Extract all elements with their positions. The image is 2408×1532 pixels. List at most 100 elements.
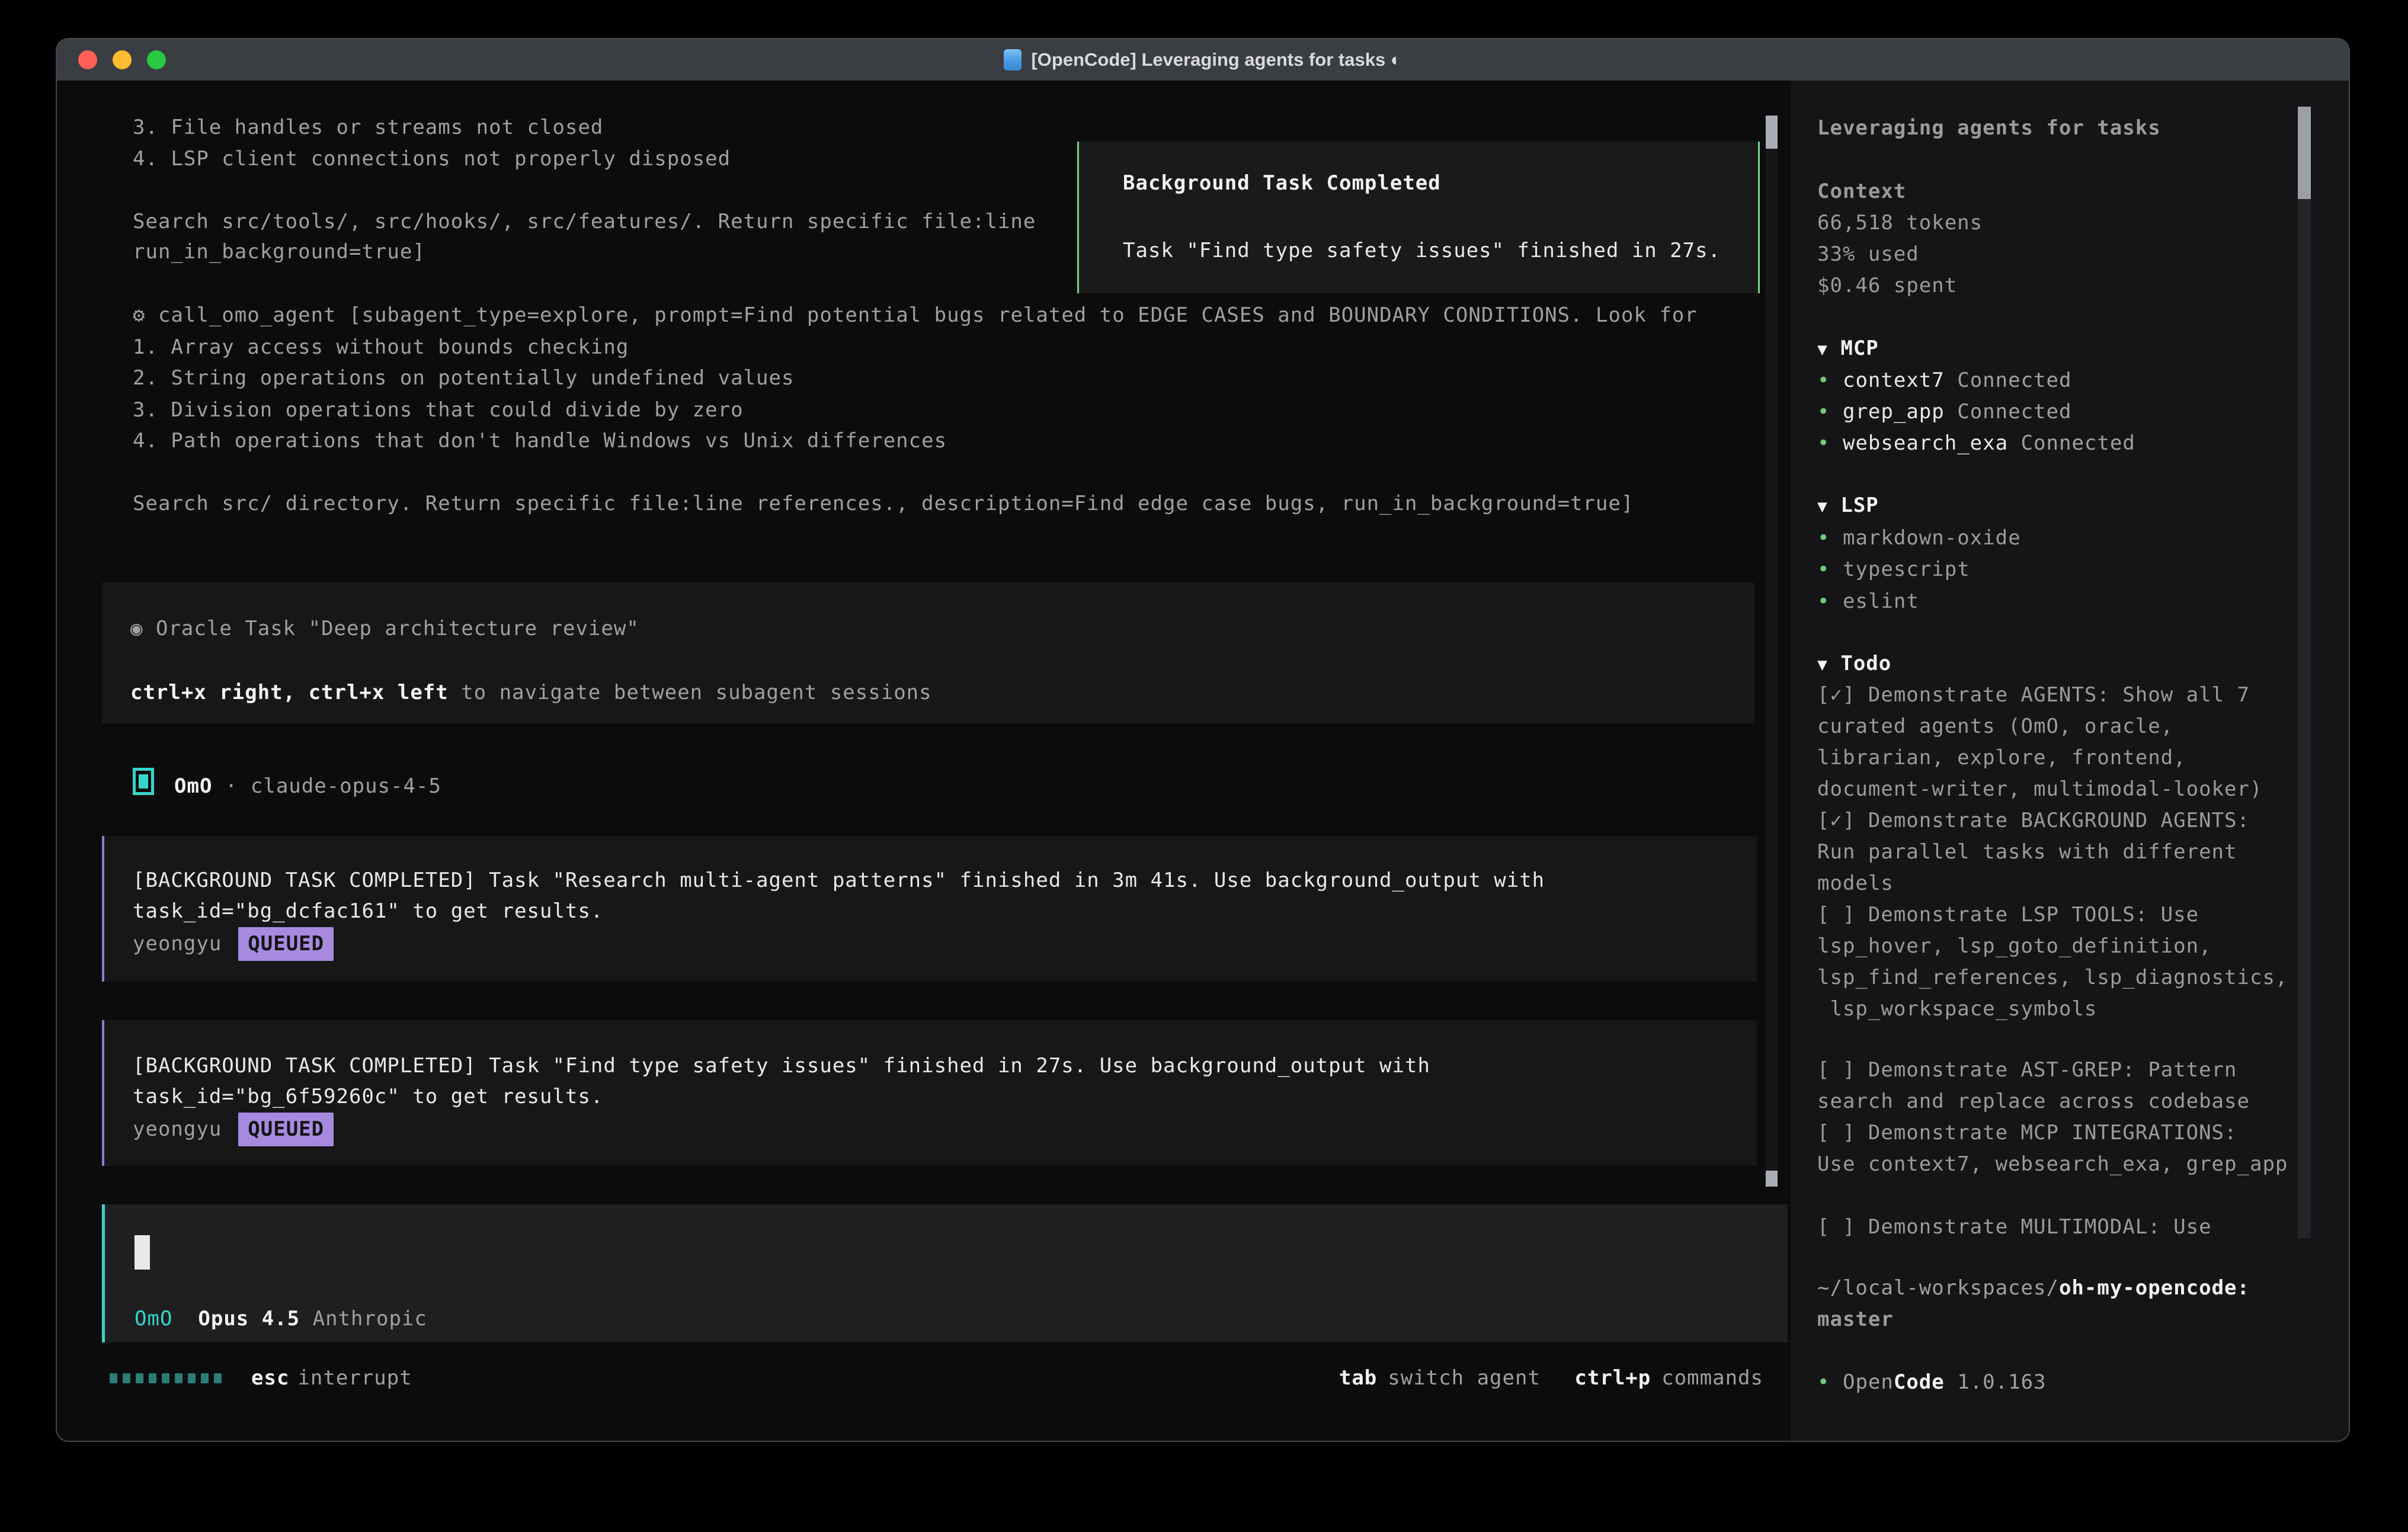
todo-line-active: lsp_workspace_symbols [1817, 993, 2097, 1025]
background-task-toast: Background Task Completed Task "Find typ… [1077, 142, 1760, 293]
todo-line-done: models [1817, 868, 1894, 899]
terminal-line: run_in_background=true] [133, 236, 425, 268]
todo-line-pending: Use context7, websearch_exa, grep_app [1817, 1149, 2288, 1180]
status-dot-icon: • [1817, 589, 1830, 613]
text-cursor [135, 1235, 150, 1270]
statusbar-left: esc interrupt [110, 1366, 412, 1390]
lsp-section-header[interactable]: ▼ LSP [1817, 490, 1879, 522]
task-line: task_id="bg_dcfac161" to get results. [133, 896, 603, 927]
terminal-line: 3. File handles or streams not closed [133, 112, 603, 143]
oracle-task-block: ◉ Oracle Task "Deep architecture review"… [102, 582, 1754, 723]
task-meta-line: yeongyuQUEUED [133, 1113, 334, 1146]
mcp-item: • context7 Connected [1817, 365, 2071, 396]
main-scrollbar-thumb[interactable] [1766, 116, 1778, 149]
task-line: [BACKGROUND TASK COMPLETED] Task "Find t… [133, 1050, 1430, 1082]
record-icon: ◉ [130, 617, 143, 640]
zoom-button[interactable] [147, 50, 166, 69]
window-title: [OpenCode] Leveraging agents for tasks ◐ [1031, 49, 1401, 70]
oracle-hint-line: ctrl+x right, ctrl+x left to navigate be… [130, 677, 932, 709]
tool-call-item: 2. String operations on potentially unde… [133, 363, 794, 394]
minimize-button[interactable] [113, 50, 132, 69]
tool-call-line: ⚙ call_omo_agent [subagent_type=explore,… [133, 300, 1698, 331]
todo-line-pending: [ ] Demonstrate MULTIMODAL: Use [1817, 1212, 2212, 1243]
queued-badge: QUEUED [238, 1113, 334, 1146]
tool-call-item: 3. Division operations that could divide… [133, 395, 744, 426]
mcp-item: • grep_app Connected [1817, 396, 2071, 428]
traffic-lights [78, 50, 166, 69]
lsp-item: • eslint [1817, 586, 1919, 617]
todo-line-done: [✓] Demonstrate AGENTS: Show all 7 [1817, 680, 2250, 711]
tool-call-item: 1. Array access without bounds checking [133, 332, 629, 363]
todo-line-active: lsp_find_references, lsp_diagnostics, [1817, 962, 2288, 993]
prompt-input[interactable]: OmO Opus 4.5 Anthropic [102, 1204, 1788, 1342]
lsp-item: • typescript [1817, 554, 1970, 585]
task-meta-line: yeongyuQUEUED [133, 927, 334, 961]
chevron-down-icon: ▼ [1817, 339, 1828, 359]
workspace-branch: master [1817, 1304, 1894, 1335]
todo-line-active: [ ] Demonstrate LSP TOOLS: Use [1817, 899, 2199, 931]
status-dot-icon: • [1817, 557, 1830, 581]
tool-call-item: 4. Path operations that don't handle Win… [133, 425, 947, 457]
title-bar: [OpenCode] Leveraging agents for tasks ◐ [57, 39, 2349, 82]
chevron-down-icon: ▼ [1817, 655, 1828, 674]
sidebar-scrollbar-track[interactable] [2298, 107, 2311, 1238]
session-sidebar: Leveraging agents for tasks Context 66,5… [1791, 81, 2349, 1441]
context-spent: $0.46 spent [1817, 270, 1957, 302]
tab-key-hint: tab [1339, 1366, 1377, 1390]
tab-key-label: switch agent [1388, 1366, 1541, 1390]
todo-line-pending: [ ] Demonstrate AST-GREP: Pattern [1817, 1055, 2237, 1086]
ctrlp-key-hint: ctrl+p [1574, 1366, 1651, 1390]
oracle-title-line: ◉ Oracle Task "Deep architecture review" [130, 613, 639, 645]
workspace-path: ~/local-workspaces/oh-my-opencode: [1817, 1273, 2250, 1304]
main-scrollbar-track[interactable] [1766, 116, 1778, 1186]
todo-line-done: librarian, explore, frontend, [1817, 742, 2186, 774]
esc-key-hint: esc [251, 1366, 289, 1390]
toast-body: Task "Find type safety issues" finished … [1123, 235, 1721, 267]
terminal-main: 3. File handles or streams not closed 4.… [57, 81, 1791, 1441]
context-tokens: 66,518 tokens [1817, 207, 1983, 239]
activity-dots [110, 1373, 222, 1383]
main-scrollbar-thumb[interactable] [1766, 1171, 1778, 1187]
toast-title: Background Task Completed [1123, 168, 1441, 199]
session-title: Leveraging agents for tasks [1817, 113, 2161, 144]
sidebar-scrollbar-thumb[interactable] [2298, 107, 2311, 199]
terminal-line: Search src/tools/, src/hooks/, src/featu… [133, 206, 1036, 238]
terminal-line: 4. LSP client connections not properly d… [133, 143, 731, 175]
todo-line-done: curated agents (OmO, oracle, [1817, 711, 2173, 742]
agent-icon [133, 768, 154, 795]
mcp-item: • websearch_exa Connected [1817, 428, 2135, 459]
todo-section-header[interactable]: ▼ Todo [1817, 648, 1891, 680]
todo-line-active: lsp_hover, lsp_goto_definition, [1817, 931, 2212, 962]
status-dot-icon: • [1817, 431, 1830, 455]
gear-icon: ⚙ [133, 303, 145, 327]
queued-badge: QUEUED [238, 927, 334, 961]
context-used: 33% used [1817, 239, 1919, 270]
statusbar-right: tab switch agent ctrl+p commands [1339, 1366, 1763, 1390]
chevron-down-icon: ▼ [1817, 496, 1828, 516]
mcp-section-header[interactable]: ▼ MCP [1817, 333, 1879, 365]
task-line: task_id="bg_6f59260c" to get results. [133, 1081, 603, 1113]
context-heading: Context [1817, 176, 1906, 207]
todo-line-pending: search and replace across codebase [1817, 1086, 2250, 1117]
todo-line-done: Run parallel tasks with different [1817, 836, 2237, 868]
task-result-block: [BACKGROUND TASK COMPLETED] Task "Find t… [102, 1020, 1757, 1166]
input-model-line: OmO Opus 4.5 Anthropic [135, 1303, 427, 1335]
esc-key-label: interrupt [297, 1366, 412, 1390]
close-button[interactable] [78, 50, 97, 69]
document-icon [1004, 49, 1022, 70]
status-dot-icon: • [1817, 400, 1830, 424]
todo-line-pending: [ ] Demonstrate MCP INTEGRATIONS: [1817, 1117, 2237, 1149]
status-dot-icon: • [1817, 526, 1830, 550]
status-dot-icon: • [1817, 368, 1830, 392]
tool-call-closing: Search src/ directory. Return specific f… [133, 488, 1634, 520]
task-line: [BACKGROUND TASK COMPLETED] Task "Resear… [133, 865, 1545, 896]
status-dot-icon: • [1817, 1370, 1830, 1394]
lsp-item: • markdown-oxide [1817, 523, 2021, 554]
todo-line-done: document-writer, multimodal-looker) [1817, 774, 2262, 805]
version-line: • OpenCode 1.0.163 [1817, 1367, 2047, 1398]
agent-header: OmO · claude-opus-4-5 [174, 771, 441, 802]
ctrlp-key-label: commands [1661, 1366, 1763, 1390]
app-window: [OpenCode] Leveraging agents for tasks ◐… [56, 38, 2350, 1442]
todo-line-done: [✓] Demonstrate BACKGROUND AGENTS: [1817, 805, 2250, 836]
task-result-block: [BACKGROUND TASK COMPLETED] Task "Resear… [102, 836, 1757, 982]
